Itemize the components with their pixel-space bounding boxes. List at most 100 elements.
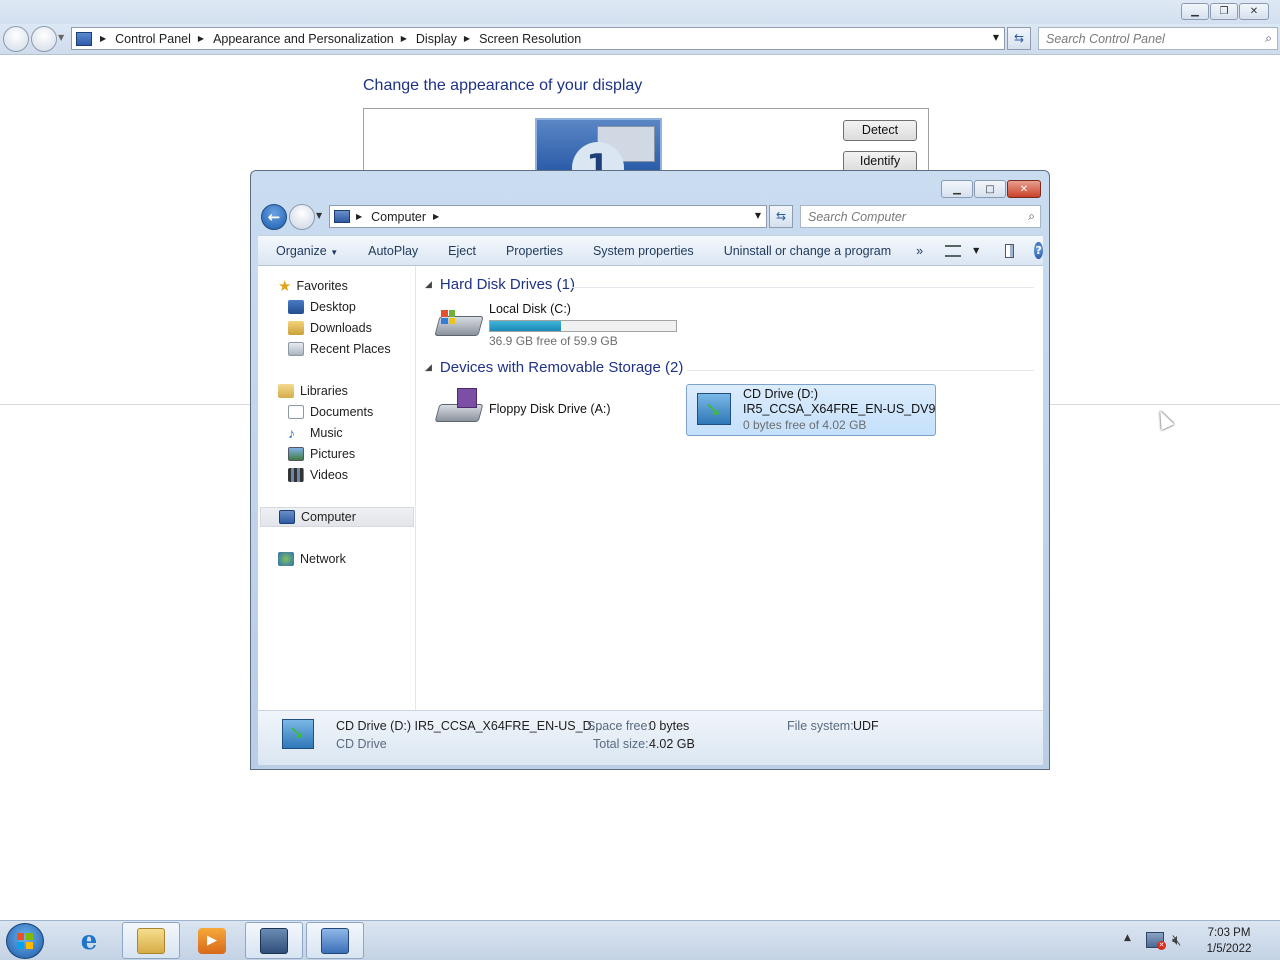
search-icon[interactable]: ⌕ (1265, 31, 1272, 46)
nav-music[interactable]: ♪ Music (288, 423, 343, 443)
taskbar-control-panel[interactable] (306, 922, 364, 959)
refresh-icon[interactable]: ⇆ (1007, 27, 1031, 50)
control-panel-navbar: ▼ ▶ Control Panel ▶ Appearance and Perso… (0, 24, 1280, 55)
network-tray-icon[interactable]: ✕ (1146, 932, 1166, 950)
nav-documents[interactable]: Documents (288, 402, 373, 422)
properties-button[interactable]: Properties (491, 244, 578, 258)
explorer-search-input[interactable]: Search Computer ⌕ (800, 205, 1041, 228)
nav-favorites[interactable]: ★ Favorites (278, 276, 348, 296)
system-clock[interactable]: 7:03 PM 1/5/2022 (1193, 925, 1265, 957)
taskbar-windows-explorer[interactable] (122, 922, 180, 959)
change-view-button[interactable]: ▼ (945, 244, 979, 257)
identify-button[interactable]: Identify (843, 151, 917, 172)
chevron-right-icon: ▶ (100, 34, 107, 43)
mouse-cursor (1153, 407, 1175, 431)
back-button[interactable] (3, 26, 29, 52)
floppy-name: Floppy Disk Drive (A:) (489, 402, 611, 416)
collapse-icon[interactable]: ◢ (425, 362, 432, 373)
cd-drive-icon: ➘ (697, 393, 731, 425)
search-icon[interactable]: ⌕ (1028, 209, 1035, 224)
total-size-value: 4.02 GB (649, 737, 695, 751)
page-title: Change the appearance of your display (363, 77, 643, 94)
group-hard-disk-drives[interactable]: ◢ Hard Disk Drives (1) (425, 276, 575, 293)
network-icon (278, 552, 294, 566)
nav-recent-places[interactable]: Recent Places (288, 339, 391, 359)
explorer-window: ▁ □ ✕ ← ▼ ▶ Computer ▶ ▼ ⇆ Search Comput… (250, 170, 1050, 770)
breadcrumb-control-panel[interactable]: Control Panel (115, 32, 191, 46)
close-button[interactable]: ✕ (1239, 3, 1269, 20)
nav-downloads[interactable]: Downloads (288, 318, 372, 338)
system-properties-button[interactable]: System properties (578, 244, 709, 258)
file-system-label: File system: (787, 719, 854, 733)
media-player-icon: ▶ (198, 927, 226, 954)
chevron-right-icon[interactable]: ▶ (198, 34, 204, 43)
taskbar-system-window[interactable] (245, 922, 303, 959)
command-bar: Organize ▼ AutoPlay Eject Properties Sys… (258, 235, 1043, 266)
internet-explorer-icon: e (80, 925, 98, 956)
uninstall-program-button[interactable]: Uninstall or change a program (709, 244, 906, 258)
eject-button[interactable]: Eject (433, 244, 491, 258)
control-panel-search-input[interactable]: Search Control Panel ⌕ (1038, 27, 1278, 50)
cd-drive-label: IR5_CCSA_X64FRE_EN-US_DV9 (743, 402, 936, 416)
restore-button[interactable]: ❐ (1210, 3, 1238, 20)
videos-icon (288, 468, 304, 482)
preview-pane-icon[interactable] (1005, 243, 1015, 258)
music-icon: ♪ (288, 425, 295, 441)
nav-pictures[interactable]: Pictures (288, 444, 355, 464)
local-disk-usage-bar (489, 320, 677, 332)
nav-libraries[interactable]: Libraries (278, 381, 348, 401)
taskbar-media-player[interactable]: ▶ (183, 922, 241, 959)
pictures-icon (288, 447, 304, 461)
chevron-down-icon[interactable]: ▼ (755, 211, 761, 220)
control-panel-icon (321, 927, 349, 954)
chevron-right-icon[interactable]: ▶ (356, 212, 362, 221)
breadcrumb-computer[interactable]: Computer (371, 210, 426, 224)
detect-button[interactable]: Detect (843, 120, 917, 141)
show-hidden-icons[interactable]: ▲ (1124, 933, 1131, 943)
computer-icon (279, 510, 295, 524)
start-button[interactable] (6, 923, 44, 959)
refresh-icon[interactable]: ⇆ (769, 205, 793, 228)
hard-disk-icon (434, 304, 484, 344)
maximize-button[interactable]: □ (974, 180, 1006, 198)
address-bar[interactable]: ▶ Control Panel ▶ Appearance and Persona… (71, 27, 1005, 50)
chevron-right-icon[interactable]: ▶ (464, 34, 470, 43)
nav-network[interactable]: Network (278, 549, 346, 569)
forward-button[interactable] (289, 204, 315, 230)
recent-pages-icon[interactable]: ▼ (316, 211, 322, 220)
search-placeholder: Search Computer (808, 209, 906, 224)
more-commands-button[interactable]: » (906, 244, 933, 258)
chevron-right-icon[interactable]: ▶ (433, 212, 439, 221)
recent-pages-icon[interactable]: ▼ (58, 33, 64, 42)
taskbar-internet-explorer[interactable]: e (60, 922, 118, 959)
volume-muted-icon[interactable]: 🔇︎ (1172, 931, 1181, 949)
floppy-drive-icon (434, 386, 484, 426)
close-button[interactable]: ✕ (1007, 180, 1041, 198)
computer-icon (334, 210, 350, 223)
space-free-value: 0 bytes (649, 719, 690, 733)
nav-videos[interactable]: Videos (288, 465, 348, 485)
forward-button[interactable] (31, 26, 57, 52)
explorer-address-bar[interactable]: ▶ Computer ▶ ▼ (329, 205, 767, 228)
breadcrumb-display[interactable]: Display (416, 32, 457, 46)
chevron-right-icon[interactable]: ▶ (401, 34, 407, 43)
organize-button[interactable]: Organize ▼ (258, 244, 353, 258)
star-icon: ★ (278, 278, 292, 295)
minimize-button[interactable]: ▁ (1181, 3, 1209, 20)
group-removable-storage[interactable]: ◢ Devices with Removable Storage (2) (425, 359, 683, 376)
nav-desktop[interactable]: Desktop (288, 297, 356, 317)
details-title: CD Drive (D:) IR5_CCSA_X64FRE_EN-US_D... (336, 719, 603, 733)
breadcrumb-appearance[interactable]: Appearance and Personalization (213, 32, 394, 46)
breadcrumb-screen-resolution[interactable]: Screen Resolution (479, 32, 581, 46)
autoplay-button[interactable]: AutoPlay (353, 244, 433, 258)
nav-computer[interactable]: Computer (260, 507, 414, 527)
help-icon[interactable]: ? (1034, 242, 1043, 259)
desktop-icon (288, 300, 304, 314)
collapse-icon[interactable]: ◢ (425, 279, 432, 290)
back-button[interactable]: ← (261, 204, 287, 230)
computer-window-icon (260, 927, 288, 954)
monitor-1-icon[interactable]: 1 (535, 118, 662, 194)
drive-cd-d[interactable]: ➘ CD Drive (D:) IR5_CCSA_X64FRE_EN-US_DV… (686, 384, 936, 436)
minimize-button[interactable]: ▁ (941, 180, 973, 198)
chevron-down-icon[interactable]: ▼ (993, 33, 999, 42)
